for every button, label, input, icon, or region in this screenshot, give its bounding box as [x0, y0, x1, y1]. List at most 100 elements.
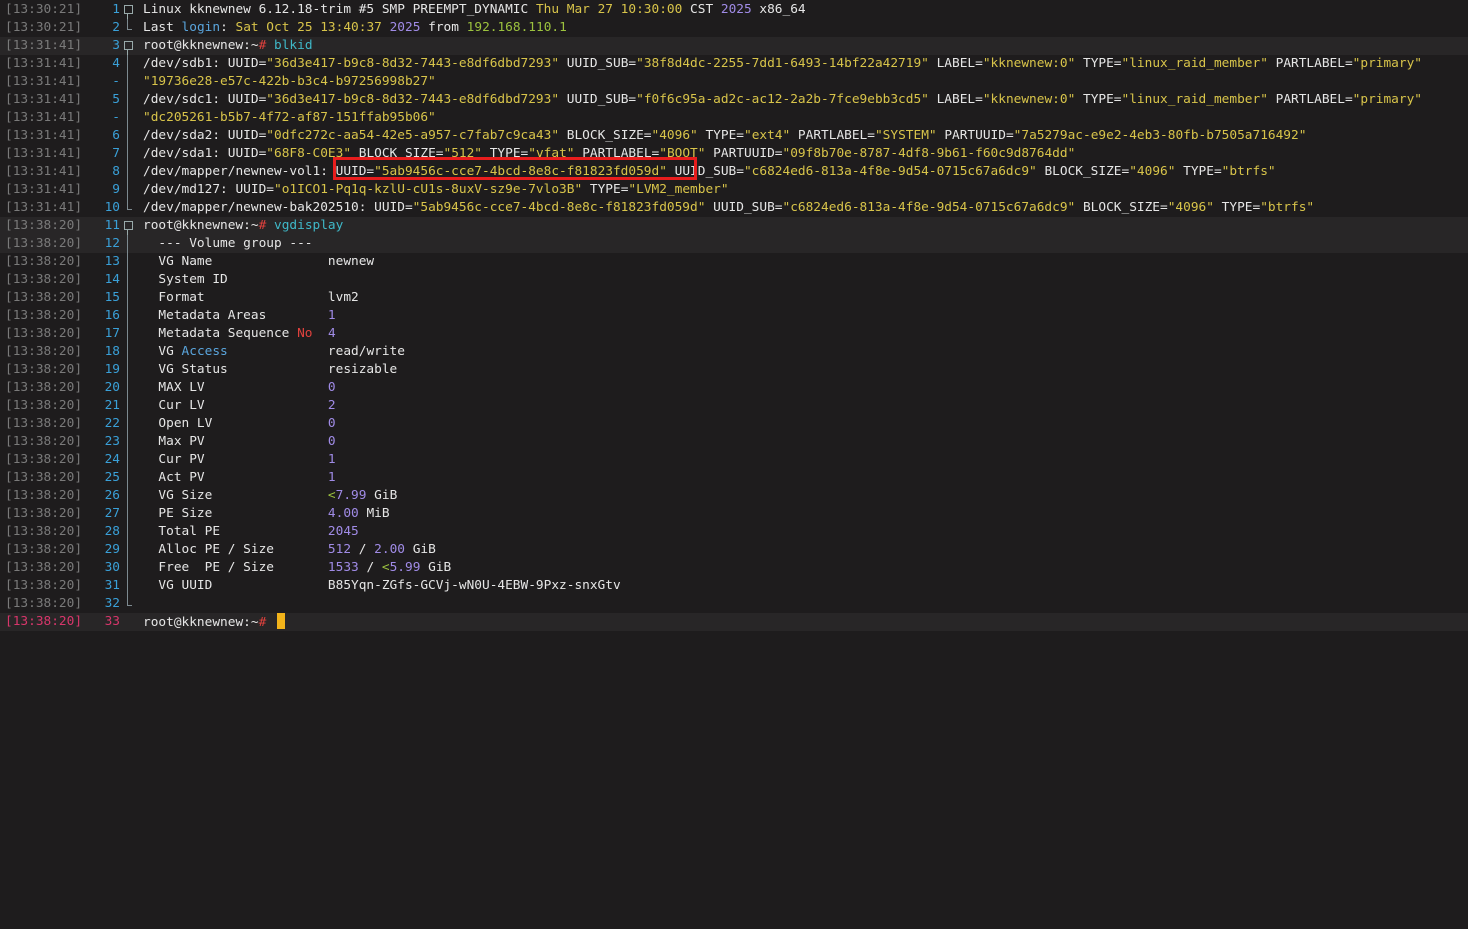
- terminal-line: [13:38:20] 29 Alloc PE / Size 512 / 2.00 …: [0, 541, 1468, 559]
- line-number: 8: [112, 164, 120, 179]
- line-timestamp: [13:38:20]: [5, 524, 83, 539]
- line-timestamp: [13:38:20]: [5, 488, 83, 503]
- line-text: Format lvm2: [143, 290, 359, 305]
- line-text: /dev/sda2: UUID="0dfc272c-aa54-42e5-a957…: [143, 128, 1307, 143]
- terminal-line: [13:38:20] 22 Open LV 0: [0, 415, 1468, 433]
- line-text: /dev/mapper/newnew-bak202510: UUID="5ab9…: [143, 200, 1315, 215]
- terminal-line: [13:38:20] 31 VG UUID B85Yqn-ZGfs-GCVj-wN…: [0, 577, 1468, 595]
- line-number: 32: [104, 596, 120, 611]
- line-number: 31: [104, 578, 120, 593]
- line-text: --- Volume group ---: [143, 236, 313, 251]
- line-timestamp: [13:38:20]: [5, 596, 83, 611]
- line-timestamp: [13:38:20]: [5, 560, 83, 575]
- terminal-line: [13:38:20] 21 Cur LV 2: [0, 397, 1468, 415]
- line-number: 30: [104, 560, 120, 575]
- line-timestamp: [13:31:41]: [5, 128, 83, 143]
- fold-guide-icon: [122, 253, 134, 271]
- terminal-line: [13:38:20] 11 root@kknewnew:~# vgdisplay: [0, 217, 1468, 235]
- line-number: 14: [104, 272, 120, 287]
- fold-guide-icon: [122, 73, 134, 91]
- line-text: root@kknewnew:~# blkid: [143, 38, 313, 53]
- line-timestamp: [13:31:41]: [5, 200, 83, 215]
- line-number: 23: [104, 434, 120, 449]
- line-timestamp: [13:38:20]: [5, 398, 83, 413]
- line-number: 4: [112, 56, 120, 71]
- fold-guide-icon: [122, 271, 134, 289]
- terminal-line: [13:38:20] 30 Free PE / Size 1533 / <5.99…: [0, 559, 1468, 577]
- line-text: VG Status resizable: [143, 362, 398, 377]
- line-timestamp: [13:38:20]: [5, 290, 83, 305]
- line-text: System ID: [143, 272, 228, 287]
- fold-guide-icon: [122, 505, 134, 523]
- fold-guide-icon: [122, 307, 134, 325]
- line-timestamp: [13:31:41]: [5, 56, 83, 71]
- line-timestamp: [13:38:20]: [5, 272, 83, 287]
- terminal-line: [13:31:41] 6/dev/sda2: UUID="0dfc272c-aa5…: [0, 127, 1468, 145]
- terminal-line: [13:38:20] 20 MAX LV 0: [0, 379, 1468, 397]
- line-text: /dev/mapper/newnew-vol1: UUID="5ab9456c-…: [143, 164, 1276, 179]
- line-number: 22: [104, 416, 120, 431]
- line-text: Metadata Sequence No 4: [143, 326, 336, 341]
- terminal-line: [13:38:20] 24 Cur PV 1: [0, 451, 1468, 469]
- line-number: 25: [104, 470, 120, 485]
- terminal-line: [13:38:20] 18 VG Access read/write: [0, 343, 1468, 361]
- terminal-window[interactable]: [13:30:21] 1 Linux kknewnew 6.12.18-trim #…: [0, 0, 1468, 929]
- line-timestamp: [13:38:20]: [5, 344, 83, 359]
- line-text: VG Name newnew: [143, 254, 375, 269]
- fold-guide-icon: [122, 127, 134, 145]
- line-text: /dev/md127: UUID="o1ICO1-Pq1q-kzlU-cU1s-…: [143, 182, 729, 197]
- line-text: Metadata Areas 1: [143, 308, 336, 323]
- line-text: Linux kknewnew 6.12.18-trim #5 SMP PREEM…: [143, 2, 806, 17]
- line-timestamp: [13:31:41]: [5, 74, 83, 89]
- line-text: Total PE 2045: [143, 524, 359, 539]
- line-timestamp: [13:31:41]: [5, 110, 83, 125]
- line-timestamp: [13:31:41]: [5, 164, 83, 179]
- fold-toggle-icon[interactable]: [122, 37, 134, 55]
- line-timestamp: [13:38:20]: [5, 434, 83, 449]
- fold-guide-icon: [122, 181, 134, 199]
- terminal-line: [13:31:41] 7/dev/sda1: UUID="68F8-C0E3" B…: [0, 145, 1468, 163]
- terminal-line: [13:31:41] 8/dev/mapper/newnew-vol1: UUID…: [0, 163, 1468, 181]
- line-number: 17: [104, 326, 120, 341]
- fold-toggle-icon[interactable]: [122, 1, 134, 19]
- fold-guide-icon: [122, 541, 134, 559]
- terminal-line: [13:38:20] 27 PE Size 4.00 MiB: [0, 505, 1468, 523]
- line-timestamp: [13:30:21]: [5, 20, 83, 35]
- line-number: 1: [112, 2, 120, 17]
- line-number: 12: [104, 236, 120, 251]
- terminal-line: [13:38:20] 17 Metadata Sequence No 4: [0, 325, 1468, 343]
- line-text: Alloc PE / Size 512 / 2.00 GiB: [143, 542, 436, 557]
- fold-guide-icon: [122, 397, 134, 415]
- terminal-line: [13:38:20] 28 Total PE 2045: [0, 523, 1468, 541]
- line-number: 20: [104, 380, 120, 395]
- line-number: 15: [104, 290, 120, 305]
- fold-guide-icon: [122, 145, 134, 163]
- terminal-line: [13:31:41] - "19736e28-e57c-422b-b3c4-b972…: [0, 73, 1468, 91]
- terminal-line: [13:38:20] 12 --- Volume group ---: [0, 235, 1468, 253]
- fold-guide-icon: [122, 289, 134, 307]
- fold-guide-icon: [122, 109, 134, 127]
- line-text: "19736e28-e57c-422b-b3c4-b97256998b27": [143, 74, 436, 89]
- fold-guide-icon: [122, 163, 134, 181]
- terminal-line: [13:38:20] 33 root@kknewnew:~#: [0, 613, 1468, 631]
- line-timestamp: [13:31:41]: [5, 92, 83, 107]
- line-timestamp: [13:38:20]: [5, 254, 83, 269]
- line-text: MAX LV 0: [143, 380, 336, 395]
- fold-guide-icon: [122, 595, 134, 613]
- line-timestamp: [13:38:20]: [5, 578, 83, 593]
- fold-guide-icon: [122, 487, 134, 505]
- terminal-line: [13:31:41] 9/dev/md127: UUID="o1ICO1-Pq1q…: [0, 181, 1468, 199]
- line-timestamp: [13:38:20]: [5, 218, 83, 233]
- line-text: "dc205261-b5b7-4f72-af87-151ffab95b06": [143, 110, 436, 125]
- line-text: PE Size 4.00 MiB: [143, 506, 390, 521]
- line-number: 6: [112, 128, 120, 143]
- terminal-line: [13:38:20] 16 Metadata Areas 1: [0, 307, 1468, 325]
- line-timestamp: [13:31:41]: [5, 146, 83, 161]
- line-text: Open LV 0: [143, 416, 336, 431]
- line-timestamp: [13:38:20]: [5, 506, 83, 521]
- fold-guide-icon: [122, 469, 134, 487]
- terminal-line: [13:38:20] 14 System ID: [0, 271, 1468, 289]
- fold-toggle-icon[interactable]: [122, 217, 134, 235]
- line-number: 33: [104, 614, 120, 629]
- line-text: root@kknewnew:~# vgdisplay: [143, 218, 344, 233]
